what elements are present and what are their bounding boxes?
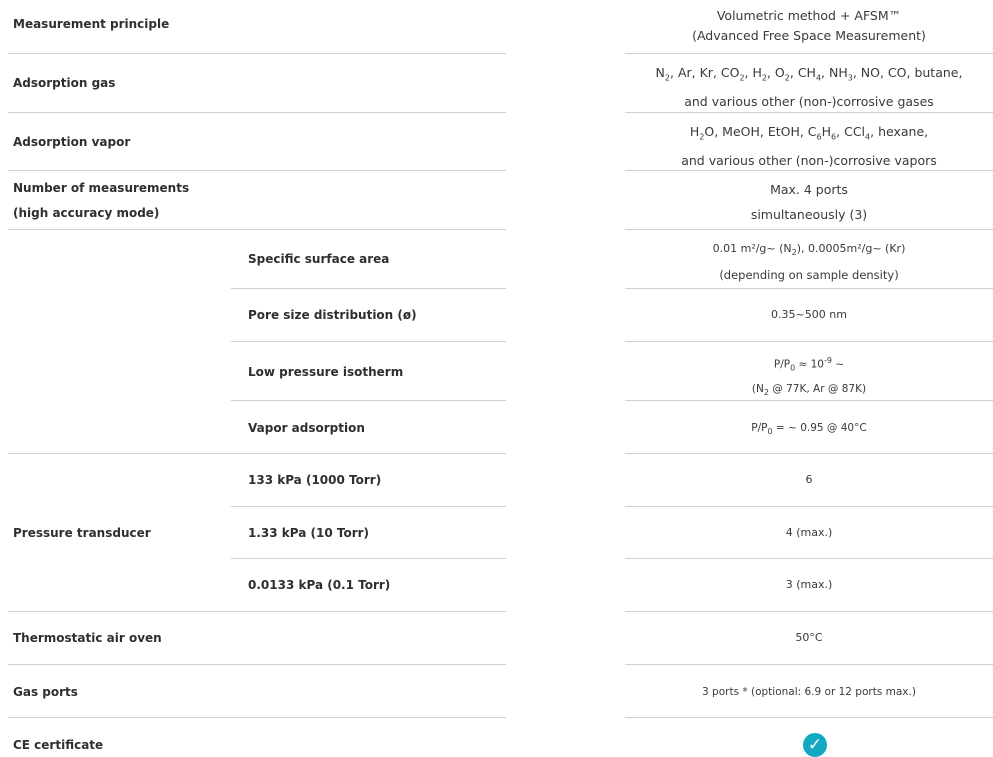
sublabel-low-pressure-isotherm: Low pressure isotherm (248, 365, 404, 379)
value-gas-ports: 3 ports * (optional: 6.9 or 12 ports max… (702, 686, 916, 698)
value-specific-surface-area: 0.01 m²/g~ (N2), 0.0005m²/g~ (Kr) (depen… (625, 238, 993, 286)
sublabel-133-kpa: 133 kPa (1000 Torr) (248, 473, 382, 487)
label-number-measurements: Number of measurements (13, 181, 190, 195)
label-adsorption-gas: Adsorption gas (13, 76, 116, 90)
divider (8, 229, 506, 230)
divider (231, 341, 506, 342)
label-ce-certificate: CE certificate (13, 738, 104, 752)
divider (625, 611, 993, 612)
value-pore-size: 0.35~500 nm (771, 308, 847, 321)
sublabel-0-0133-kpa: 0.0133 kPa (0.1 Torr) (248, 578, 391, 592)
value-line: and various other (non-)corrosive vapors (681, 152, 937, 168)
divider (231, 400, 506, 401)
divider (625, 170, 993, 171)
value-line: N2, Ar, Kr, CO2, H2, O2, CH4, NH3, NO, C… (655, 65, 963, 83)
value-number-measurements: Max. 4 ports simultaneously (3) (625, 177, 993, 227)
value-adsorption-gas: N2, Ar, Kr, CO2, H2, O2, CH4, NH3, NO, C… (625, 60, 993, 114)
divider (8, 664, 506, 665)
divider (231, 506, 506, 507)
value-line: (Advanced Free Space Measurement) (692, 28, 926, 43)
divider (625, 664, 993, 665)
divider (8, 717, 506, 718)
value-line: (depending on sample density) (719, 268, 899, 283)
divider (625, 229, 993, 230)
value-line: and various other (non-)corrosive gases (684, 93, 934, 109)
value-vapor-adsorption: P/P0 = ~ 0.95 @ 40°C (751, 422, 867, 437)
value-line: H2O, MeOH, EtOH, C6H6, CCl4, hexane, (689, 124, 929, 142)
label-adsorption-vapor: Adsorption vapor (13, 135, 131, 149)
divider (625, 717, 993, 718)
checkmark-icon: ✓ (803, 733, 827, 757)
sublabel-1-33-kpa: 1.33 kPa (10 Torr) (248, 526, 370, 540)
value-line: Max. 4 ports (770, 182, 848, 197)
divider (231, 288, 506, 289)
label-high-accuracy-mode: (high accuracy mode) (13, 206, 160, 220)
value-low-pressure-isotherm: P/P0 ≈ 10-9 ~ (N2 @ 77K, Ar @ 87K) (625, 350, 993, 403)
divider (231, 558, 506, 559)
value-0-0133-kpa: 3 (max.) (785, 578, 833, 591)
divider (625, 400, 993, 401)
divider (625, 558, 993, 559)
divider (625, 506, 993, 507)
divider (625, 112, 993, 113)
value-133-kpa: 6 (805, 473, 813, 486)
value-line: simultaneously (3) (750, 207, 868, 222)
divider (625, 53, 993, 54)
divider (625, 453, 993, 454)
value-line: P/P0 ≈ 10-9 ~ (773, 356, 845, 373)
value-line: 0.01 m²/g~ (N2), 0.0005m²/g~ (Kr) (712, 242, 906, 258)
label-measurement-principle: Measurement principle (13, 17, 170, 31)
label-pressure-transducer: Pressure transducer (13, 526, 151, 540)
divider (8, 53, 506, 54)
divider (8, 611, 506, 612)
value-thermostatic-air-oven: 50°C (795, 631, 823, 644)
label-gas-ports: Gas ports (13, 685, 78, 699)
value-adsorption-vapor: H2O, MeOH, EtOH, C6H6, CCl4, hexane, and… (625, 119, 993, 173)
divider (8, 170, 506, 171)
sublabel-vapor-adsorption: Vapor adsorption (248, 421, 365, 435)
divider (625, 288, 993, 289)
value-1-33-kpa: 4 (max.) (785, 526, 833, 539)
value-measurement-principle: Volumetric method + AFSM™ (Advanced Free… (625, 3, 993, 48)
sublabel-pore-size: Pore size distribution (ø) (248, 308, 417, 322)
label-thermostatic-air-oven: Thermostatic air oven (13, 631, 162, 645)
divider (8, 453, 506, 454)
divider (8, 112, 506, 113)
divider (625, 341, 993, 342)
sublabel-specific-surface-area: Specific surface area (248, 252, 390, 266)
